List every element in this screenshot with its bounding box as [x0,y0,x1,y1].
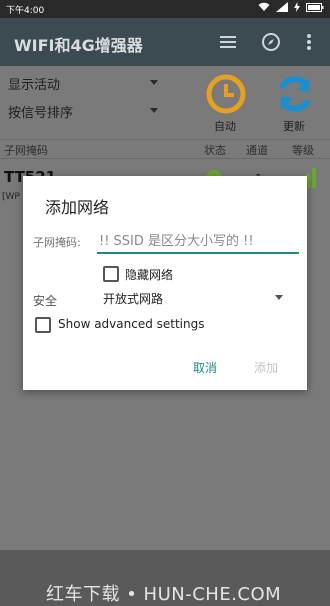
header-level: 等级 [292,144,314,157]
more-vert-icon[interactable] [297,30,321,54]
list-header: 子网掩码 状态 通道 等级 [0,139,330,159]
watermark: 红车下载 • HUN-CHE.COM [46,584,282,605]
ssid-field-label: 子网掩码: [33,236,81,249]
header-channel: 通道 [246,144,268,157]
hidden-network-checkbox[interactable] [103,266,119,282]
refresh-label: 更新 [283,120,305,133]
clock-icon [206,74,246,114]
battery-icon [306,2,324,16]
status-time: 下午4:00 [6,6,45,16]
charging-icon [294,2,300,16]
chevron-down-icon [275,295,283,300]
compass-icon[interactable] [259,30,283,54]
advanced-settings-label: Show advanced settings [58,317,205,331]
refresh-button[interactable] [273,72,317,116]
advanced-settings-checkbox[interactable] [35,317,51,333]
network-security: [WP [2,192,20,202]
display-filter[interactable]: 显示活动 [8,74,60,93]
refresh-icon [279,76,311,112]
list-icon[interactable] [216,30,240,54]
add-network-dialog: 添加网络 子网掩码: 隐藏网络 安全 开放式网路 Show advanced s… [23,176,307,390]
sort-filter[interactable]: 按信号排序 [8,102,73,121]
hidden-network-label: 隐藏网络 [125,268,174,282]
app-bar: WIFI和4G增强器 [0,18,330,66]
status-bar: 下午4:00 [0,0,330,18]
app-title: WIFI和4G增强器 [14,36,143,55]
header-status: 状态 [204,144,226,157]
auto-button[interactable] [204,72,248,116]
signal-icon [276,2,288,16]
cancel-button[interactable]: 取消 [193,359,217,376]
dialog-title: 添加网络 [45,198,110,217]
status-icons [258,2,324,16]
chevron-down-icon [150,80,158,85]
add-button[interactable]: 添加 [254,359,278,376]
security-select[interactable]: 开放式网路 [103,290,163,307]
auto-label: 自动 [214,120,236,133]
chevron-down-icon [150,108,158,113]
header-ssid: 子网掩码 [4,144,48,157]
wifi-icon [258,2,270,16]
ssid-input[interactable] [97,230,299,254]
security-label: 安全 [33,294,58,308]
